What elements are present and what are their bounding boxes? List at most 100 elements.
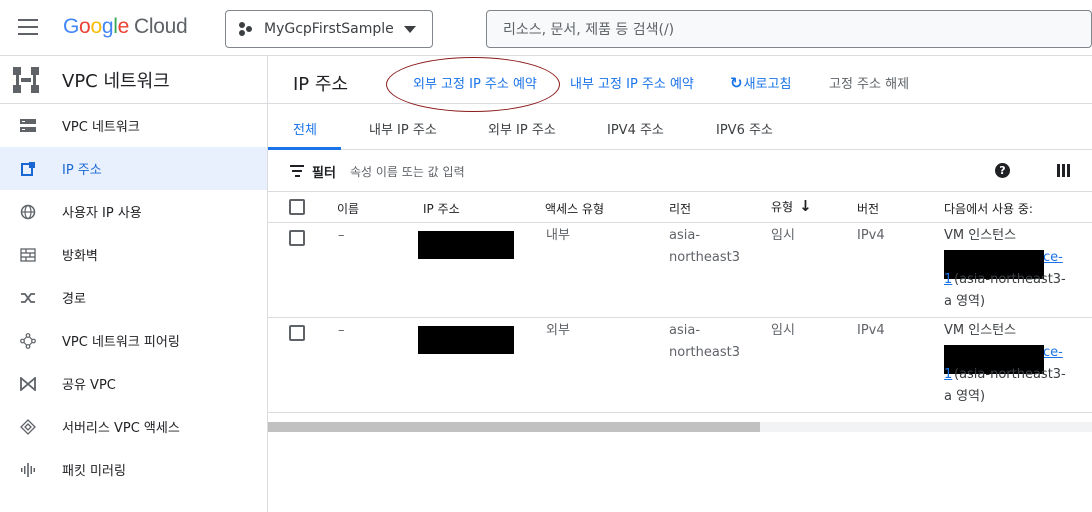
project-icon — [238, 21, 254, 37]
cell-region-line1: asia- — [669, 323, 701, 338]
shared-vpc-icon — [19, 375, 37, 393]
sidebar-item-label: 방화벽 — [62, 249, 98, 264]
tab-ipv4[interactable]: IPV4 주소 — [607, 119, 664, 138]
release-static-address-button[interactable]: 고정 주소 해제 — [829, 73, 909, 92]
sidebar-item-packet-mirroring[interactable]: 패킷 미러링 — [0, 448, 267, 491]
column-header-name[interactable]: 이름 — [337, 200, 359, 217]
sidebar-title: VPC 네트워크 — [62, 70, 170, 92]
main-content: IP 주소 외부 고정 IP 주소 예약 내부 고정 IP 주소 예약 ↻새로고… — [268, 56, 1092, 512]
table-row: – 내부 asia- northeast3 임시 IPv4 VM 인스턴스 ce… — [268, 223, 1092, 318]
search-placeholder: 리소스, 문서, 제품 등 검색(/) — [503, 22, 675, 38]
vm-instance-link-suffix[interactable]: 1 — [944, 364, 952, 386]
reserve-internal-ip-button[interactable]: 내부 고정 IP 주소 예약 — [570, 73, 694, 92]
cell-region-line2: northeast3 — [669, 250, 740, 265]
sidebar-item-ip-address[interactable]: IP 주소 — [0, 147, 267, 190]
sidebar-item-label: 서버리스 VPC 액세스 — [62, 421, 180, 436]
cell-access-type: 외부 — [546, 323, 570, 338]
sidebar-item-label: 패킷 미러링 — [62, 464, 126, 479]
filter-label[interactable]: 필터 — [312, 162, 336, 181]
top-bar: Google Cloud MyGcpFirstSample 리소스, 문서, 제품… — [0, 0, 1092, 56]
cell-used-by-zone-end: a 영역) — [944, 294, 986, 309]
column-header-ip-address[interactable]: IP 주소 — [423, 200, 460, 217]
sidebar: VPC 네트워크 VPC 네트워크 IP 주소 사용자 IP 사용 방화벽 경로 — [0, 56, 268, 512]
cell-region-line1: asia- — [669, 228, 701, 243]
cell-used-by-zone: (asia-northeast3- — [954, 367, 1066, 382]
page-header: IP 주소 외부 고정 IP 주소 예약 내부 고정 IP 주소 예약 ↻새로고… — [268, 56, 1092, 112]
row-checkbox[interactable] — [289, 230, 305, 246]
column-header-region[interactable]: 리전 — [669, 200, 691, 217]
column-display-icon[interactable] — [1057, 164, 1070, 177]
vm-instance-link-suffix[interactable]: 1 — [944, 269, 952, 291]
vpc-network-logo-icon — [13, 66, 39, 93]
table-header: 이름 IP 주소 액세스 유형 리전 유형 ↓ 버전 다음에서 사용 중: — [268, 192, 1092, 223]
cell-name: – — [338, 228, 345, 243]
sidebar-item-peering[interactable]: VPC 네트워크 피어링 — [0, 319, 267, 362]
column-header-access-type[interactable]: 액세스 유형 — [545, 200, 604, 217]
scrollbar-thumb[interactable] — [268, 422, 760, 432]
sidebar-item-label: IP 주소 — [62, 163, 102, 178]
sidebar-item-user-ip[interactable]: 사용자 IP 사용 — [0, 190, 267, 233]
filter-bar: 필터 속성 이름 또는 값 입력 ? — [268, 150, 1092, 192]
search-input[interactable]: 리소스, 문서, 제품 등 검색(/) — [486, 10, 1092, 48]
sidebar-item-label: 공유 VPC — [62, 378, 116, 393]
cell-used-by-type: VM 인스턴스 — [944, 323, 1017, 338]
refresh-label: 새로고침 — [743, 77, 792, 92]
sidebar-item-routes[interactable]: 경로 — [0, 276, 267, 319]
sidebar-header: VPC 네트워크 — [0, 56, 267, 104]
tab-bar: 전체 내부 IP 주소 외부 IP 주소 IPV4 주소 IPV6 주소 — [268, 104, 1092, 150]
routes-icon — [19, 289, 37, 307]
peering-icon — [19, 332, 37, 350]
globe-icon — [19, 203, 37, 221]
sidebar-item-label: 사용자 IP 사용 — [62, 206, 142, 221]
google-cloud-logo[interactable]: Google Cloud — [63, 15, 188, 39]
packet-mirroring-icon — [19, 461, 37, 479]
tab-all[interactable]: 전체 — [293, 119, 317, 138]
caret-down-icon — [403, 25, 416, 33]
select-all-checkbox[interactable] — [289, 199, 305, 215]
redacted-ip-address — [418, 231, 514, 259]
project-name: MyGcpFirstSample — [264, 21, 394, 37]
column-header-version[interactable]: 버전 — [857, 200, 879, 217]
cell-used-by-zone-end: a 영역) — [944, 389, 986, 404]
page-title: IP 주소 — [293, 74, 349, 95]
filter-input[interactable]: 속성 이름 또는 값 입력 — [350, 163, 465, 180]
tab-ipv6[interactable]: IPV6 주소 — [716, 119, 773, 138]
sort-descending-icon: ↓ — [799, 197, 812, 215]
cell-access-type: 내부 — [546, 228, 570, 243]
column-header-used-by[interactable]: 다음에서 사용 중: — [944, 200, 1033, 217]
row-checkbox[interactable] — [289, 325, 305, 341]
cell-type: 임시 — [771, 323, 795, 338]
sidebar-item-label: 경로 — [62, 292, 86, 307]
cell-name: – — [338, 323, 345, 338]
tab-external-ip[interactable]: 외부 IP 주소 — [488, 119, 556, 138]
cell-version: IPv4 — [857, 228, 885, 243]
reserve-external-ip-button[interactable]: 외부 고정 IP 주소 예약 — [413, 73, 537, 92]
serverless-icon — [19, 418, 37, 436]
ip-address-icon — [19, 160, 37, 178]
firewall-icon — [19, 246, 37, 264]
sidebar-item-serverless[interactable]: 서버리스 VPC 액세스 — [0, 405, 267, 448]
main-menu-icon[interactable] — [18, 19, 38, 35]
cell-region-line2: northeast3 — [669, 345, 740, 360]
refresh-button[interactable]: ↻새로고침 — [730, 73, 791, 92]
table-row: – 외부 asia- northeast3 임시 IPv4 VM 인스턴스 ce… — [268, 318, 1092, 413]
help-icon[interactable]: ? — [995, 163, 1010, 178]
redacted-ip-address — [418, 326, 514, 354]
cell-version: IPv4 — [857, 323, 885, 338]
sidebar-item-label: VPC 네트워크 — [62, 120, 140, 135]
vm-instance-link-end[interactable]: ce- — [1043, 342, 1063, 364]
sidebar-item-vpc-network[interactable]: VPC 네트워크 — [0, 104, 267, 147]
cell-used-by-zone: (asia-northeast3- — [954, 272, 1066, 287]
horizontal-scrollbar[interactable] — [268, 422, 1092, 432]
sidebar-item-shared-vpc[interactable]: 공유 VPC — [0, 362, 267, 405]
tab-internal-ip[interactable]: 내부 IP 주소 — [369, 119, 437, 138]
sidebar-item-firewall[interactable]: 방화벽 — [0, 233, 267, 276]
vpc-network-icon — [19, 117, 37, 135]
vm-instance-link-end[interactable]: ce- — [1043, 247, 1063, 269]
column-header-type[interactable]: 유형 ↓ — [771, 197, 812, 215]
column-header-type-label: 유형 — [771, 200, 794, 214]
refresh-icon: ↻ — [730, 74, 743, 92]
cell-type: 임시 — [771, 228, 795, 243]
filter-icon[interactable] — [290, 165, 304, 177]
project-picker[interactable]: MyGcpFirstSample — [225, 10, 433, 48]
